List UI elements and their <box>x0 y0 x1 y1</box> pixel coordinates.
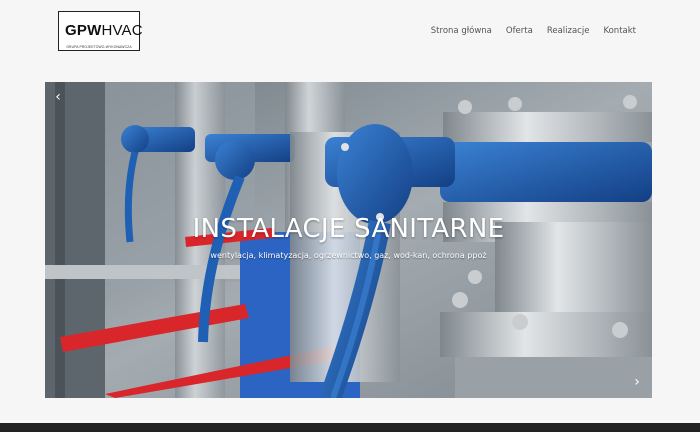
footer-bar <box>0 423 700 432</box>
main-nav: Strona główna Oferta Realizacje Kontakt <box>417 26 636 36</box>
chevron-left-icon[interactable]: ‹ <box>51 90 65 104</box>
logo[interactable]: GPWHVAC GRUPA PROJEKTOWO-WYKONAWCZA <box>58 11 143 51</box>
site-header: GPWHVAC GRUPA PROJEKTOWO-WYKONAWCZA Stro… <box>0 0 700 80</box>
slide-subtitle: wentylacja, klimatyzacja, ogrzewnictwo, … <box>210 251 487 260</box>
nav-offer[interactable]: Oferta <box>506 26 533 36</box>
chevron-right-icon[interactable]: › <box>630 375 644 389</box>
logo-subtitle: GRUPA PROJEKTOWO-WYKONAWCZA <box>66 45 132 49</box>
logo-text: GPWHVAC <box>65 22 143 39</box>
hero-slider[interactable]: INSTALACJE SANITARNE wentylacja, klimaty… <box>45 82 652 398</box>
nav-home[interactable]: Strona główna <box>431 26 492 36</box>
slide-title: INSTALACJE SANITARNE <box>192 214 505 244</box>
nav-projects[interactable]: Realizacje <box>547 26 590 36</box>
nav-contact[interactable]: Kontakt <box>603 26 636 36</box>
